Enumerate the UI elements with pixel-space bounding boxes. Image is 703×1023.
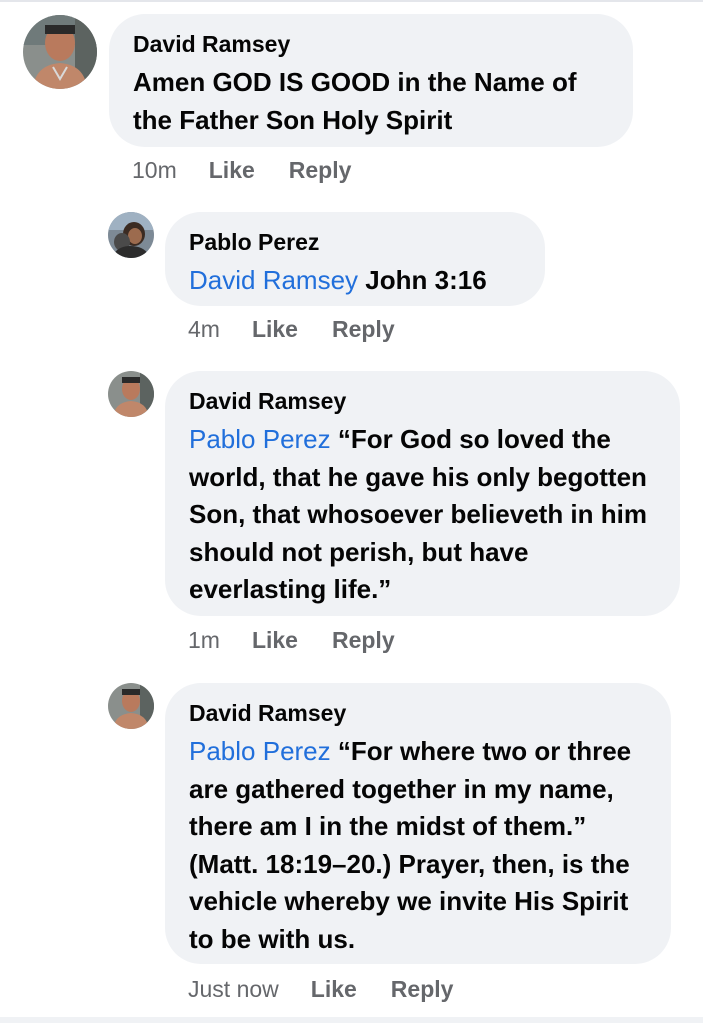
avatar[interactable] xyxy=(108,212,154,258)
comment-bubble: Pablo Perez David Ramsey John 3:16 xyxy=(165,212,545,306)
comment-actions: 4m Like Reply xyxy=(188,315,395,343)
comment-body: John 3:16 xyxy=(358,265,487,295)
comment-bubble: David Ramsey Pablo Perez “For God so lov… xyxy=(165,371,680,616)
avatar[interactable] xyxy=(108,371,154,417)
comment-body: Amen GOD IS GOOD in the Name of the Fath… xyxy=(133,67,577,135)
comment-body: “For where two or three are gathered tog… xyxy=(189,736,632,954)
reply-button[interactable]: Reply xyxy=(332,316,395,343)
avatar-david-icon xyxy=(23,15,97,89)
avatar[interactable] xyxy=(23,15,97,89)
comment-timestamp[interactable]: Just now xyxy=(188,976,279,1003)
comment-actions: 10m Like Reply xyxy=(132,156,351,184)
reply-button[interactable]: Reply xyxy=(391,976,454,1003)
like-button[interactable]: Like xyxy=(252,316,298,343)
comment-text: Amen GOD IS GOOD in the Name of the Fath… xyxy=(133,64,609,139)
reply-button[interactable]: Reply xyxy=(289,157,352,184)
comment-text: Pablo Perez “For God so loved the world,… xyxy=(189,421,656,609)
avatar-pablo-icon xyxy=(108,212,154,258)
comment-actions: 1m Like Reply xyxy=(188,626,395,654)
comment-author[interactable]: David Ramsey xyxy=(189,699,647,727)
avatar-david-icon xyxy=(108,683,154,729)
comment-timestamp[interactable]: 4m xyxy=(188,316,220,343)
top-divider xyxy=(0,0,703,2)
comment-bubble: David Ramsey Pablo Perez “For where two … xyxy=(165,683,671,964)
avatar-david-icon xyxy=(108,371,154,417)
comment-author[interactable]: David Ramsey xyxy=(189,387,656,415)
comment-timestamp[interactable]: 1m xyxy=(188,627,220,654)
mention-link[interactable]: Pablo Perez xyxy=(189,424,331,454)
comment-timestamp[interactable]: 10m xyxy=(132,157,177,184)
like-button[interactable]: Like xyxy=(311,976,357,1003)
comment-bubble: David Ramsey Amen GOD IS GOOD in the Nam… xyxy=(109,14,633,147)
comment-author[interactable]: Pablo Perez xyxy=(189,228,521,256)
reply-button[interactable]: Reply xyxy=(332,627,395,654)
comment-text: Pablo Perez “For where two or three are … xyxy=(189,733,647,958)
like-button[interactable]: Like xyxy=(209,157,255,184)
like-button[interactable]: Like xyxy=(252,627,298,654)
mention-link[interactable]: Pablo Perez xyxy=(189,736,331,766)
mention-link[interactable]: David Ramsey xyxy=(189,265,358,295)
bottom-divider xyxy=(0,1017,703,1023)
comment-text: David Ramsey John 3:16 xyxy=(189,262,521,300)
comment-actions: Just now Like Reply xyxy=(188,975,453,1003)
comment-author[interactable]: David Ramsey xyxy=(133,30,609,58)
avatar[interactable] xyxy=(108,683,154,729)
